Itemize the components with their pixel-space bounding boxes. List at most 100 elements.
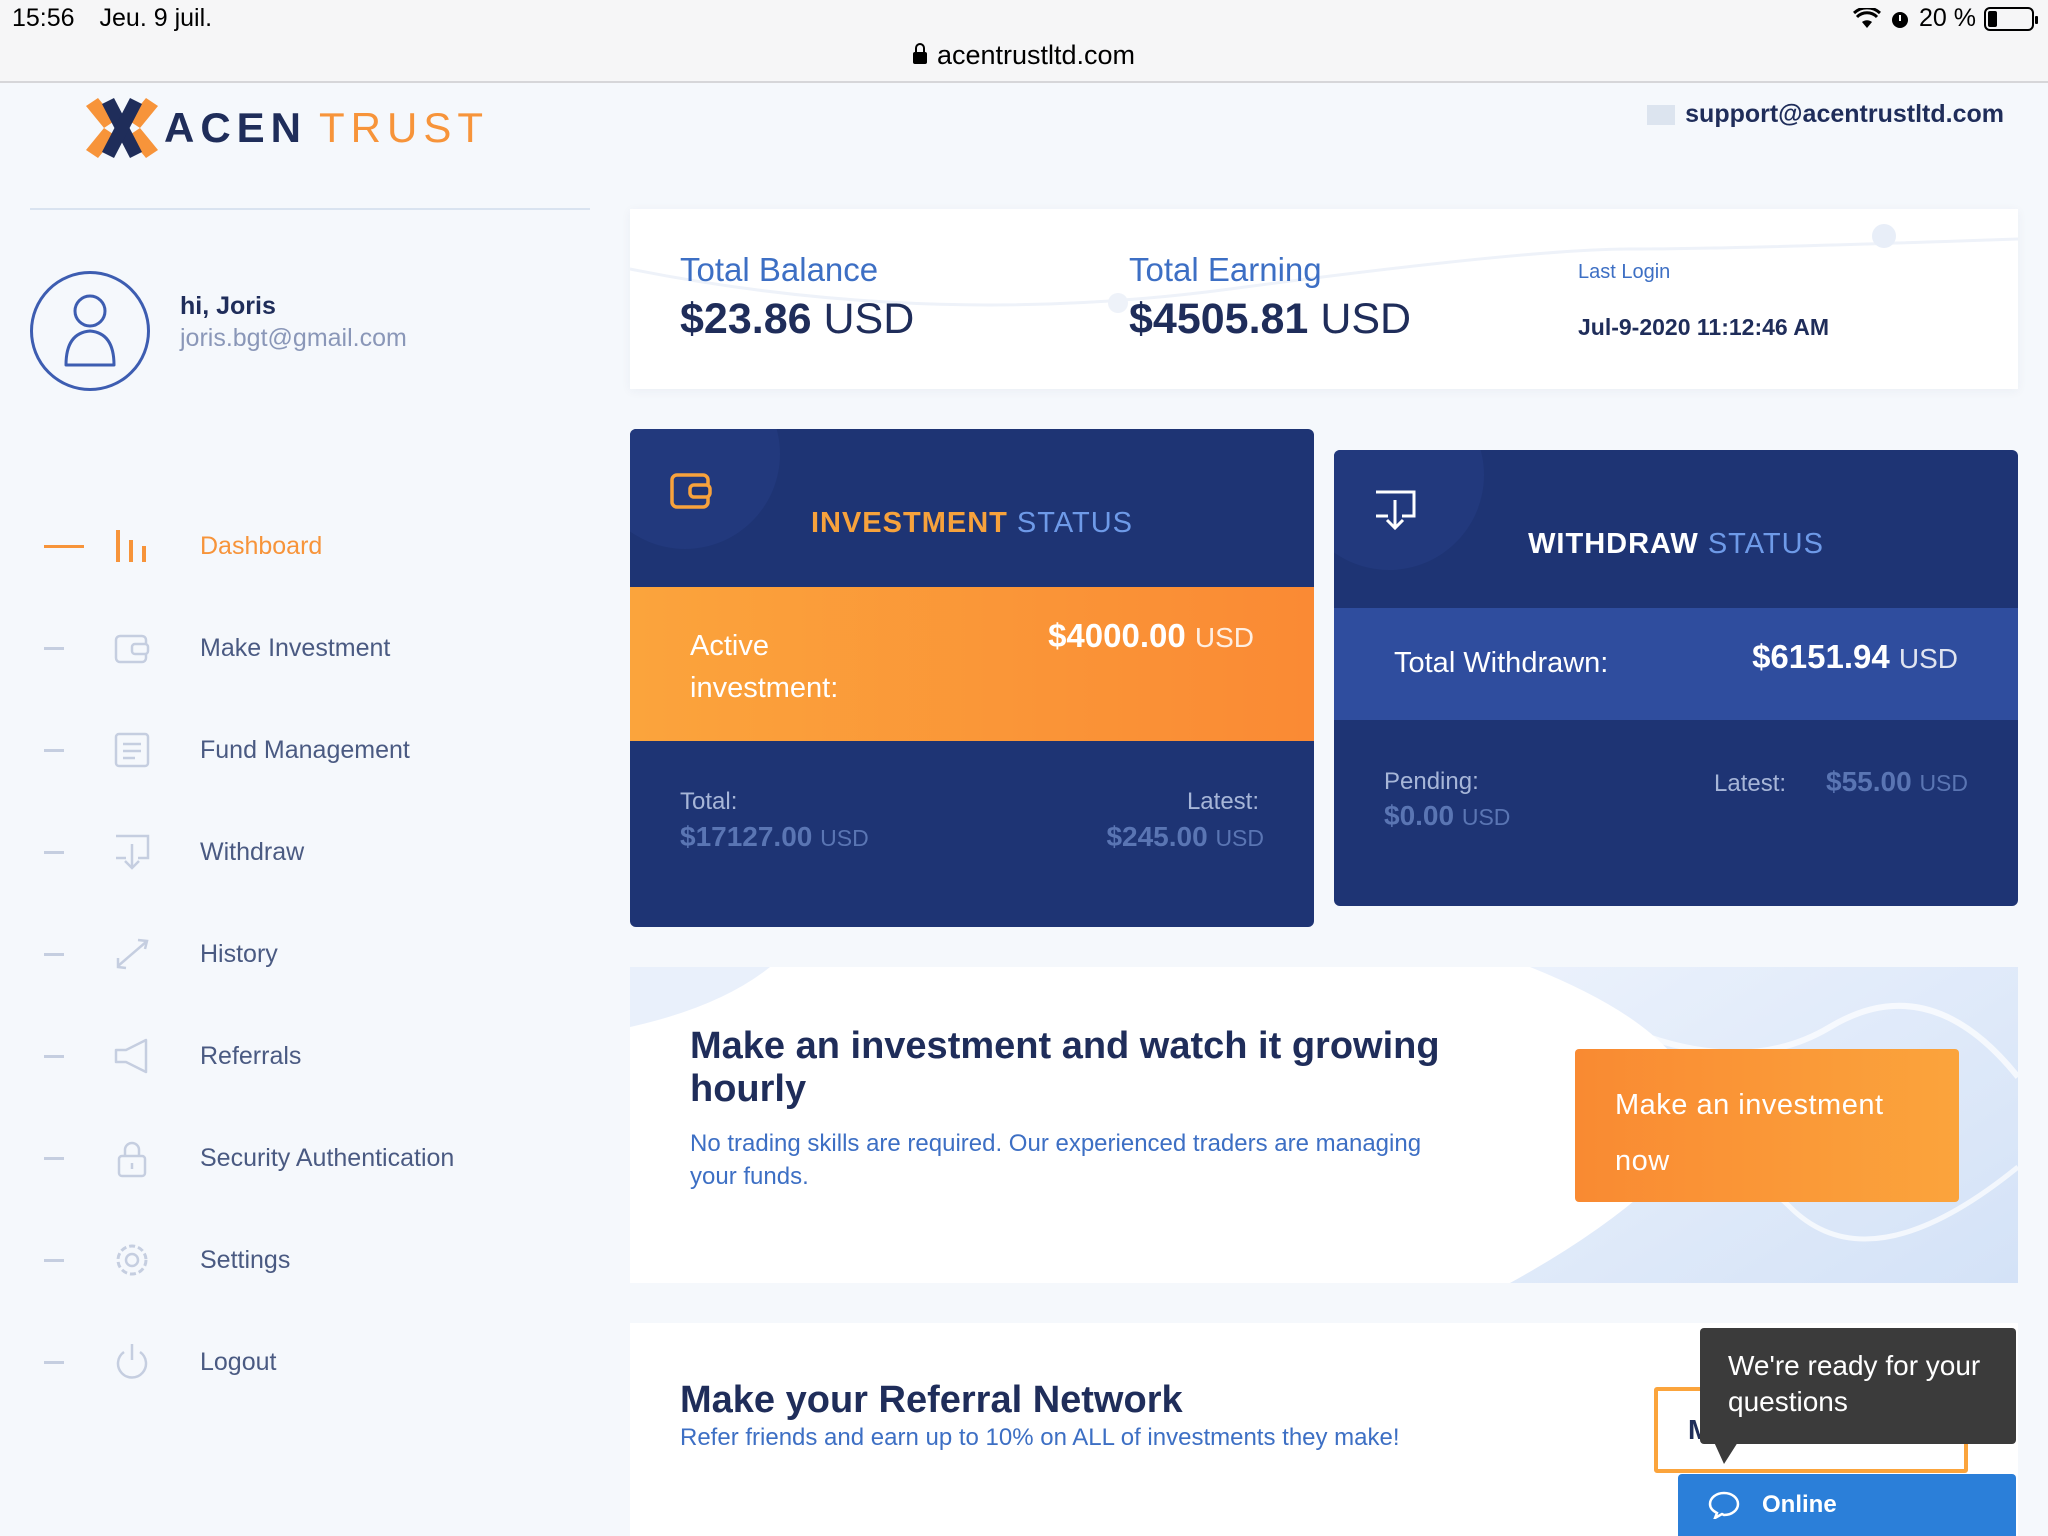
- total-balance: Total Balance $23.86 USD: [680, 251, 914, 344]
- sidebar-item-security[interactable]: Security Authentication: [40, 1107, 600, 1209]
- sidebar-item-fund-management[interactable]: Fund Management: [40, 699, 600, 801]
- support-contact[interactable]: support@acentrustltd.com: [1647, 100, 2004, 129]
- lock-icon: [912, 43, 927, 64]
- latest-amount: $245.00: [1106, 821, 1208, 852]
- acen-logo-icon: [86, 98, 158, 158]
- withdraw-icon: [112, 832, 152, 872]
- chat-tooltip: We're ready for your questions: [1700, 1328, 2016, 1464]
- total-balance-amount: $23.86: [680, 295, 812, 343]
- total-label: Total:: [680, 788, 738, 815]
- latest-value: $245.00 USD: [1106, 821, 1264, 853]
- sidebar-item-label: Fund Management: [200, 735, 410, 764]
- megaphone-icon: [112, 1036, 152, 1076]
- withdraw-status-card: WITHDRAW STATUS Total Withdrawn: $6151.9…: [1334, 450, 2018, 906]
- gear-icon: [112, 1240, 152, 1280]
- total-value: $17127.00 USD: [680, 821, 869, 853]
- document-icon: [112, 730, 152, 770]
- latest-amount: $55.00: [1826, 766, 1912, 797]
- chat-status: Online: [1762, 1491, 1837, 1518]
- transfer-arrows-icon: [112, 934, 152, 974]
- sidebar-item-label: History: [200, 939, 278, 968]
- total-earning-amount: $4505.81: [1129, 295, 1309, 343]
- browser-status-bar: 15:56 Jeu. 9 juil. 20 % acentrustltd.com: [0, 0, 2048, 83]
- power-icon: [112, 1342, 152, 1382]
- currency-unit: USD: [1194, 622, 1254, 653]
- total-withdrawn-value: $6151.94 USD: [1752, 638, 1958, 676]
- total-balance-label: Total Balance: [680, 251, 879, 288]
- brand-logo[interactable]: ACEN TRUST: [86, 98, 489, 158]
- url-text: acentrustltd.com: [936, 40, 1136, 70]
- promo-text: No trading skills are required. Our expe…: [690, 1130, 1422, 1190]
- nav-dash: [44, 850, 64, 854]
- support-email[interactable]: support@acentrustltd.com: [1685, 100, 2004, 129]
- currency-unit: USD: [1898, 643, 1958, 674]
- pending-value: $0.00 USD: [1384, 800, 1510, 832]
- balance-summary-card: Total Balance $23.86 USD Total Earning $…: [630, 209, 2018, 389]
- make-investment-button[interactable]: Make an investment now: [1575, 1049, 1959, 1202]
- nav-dash: [44, 1054, 64, 1058]
- referral-text: Refer friends and earn up to 10% on ALL …: [680, 1424, 1400, 1451]
- currency-unit: USD: [1919, 770, 1968, 796]
- wallet-icon: [112, 628, 152, 668]
- lock-icon: [112, 1138, 152, 1178]
- total-earning: Total Earning $4505.81 USD: [1129, 251, 1411, 344]
- investment-status-card: INVESTMENT STATUS Active investment: $40…: [630, 429, 1314, 927]
- battery-icon: [1984, 6, 2038, 31]
- chat-online-button[interactable]: Online: [1678, 1474, 2016, 1536]
- sidebar-divider: [30, 208, 590, 210]
- clock-date: Jeu. 9 juil.: [99, 4, 213, 32]
- last-login-label: Last Login: [1578, 261, 1671, 283]
- total-withdrawn-band: Total Withdrawn: $6151.94 USD: [1334, 608, 2018, 720]
- currency-unit: USD: [823, 295, 915, 343]
- total-withdrawn-label: Total Withdrawn:: [1394, 647, 1609, 679]
- last-login: Last Login Jul-9-2020 11:12:46 AM: [1578, 261, 1829, 341]
- sidebar-item-dashboard[interactable]: Dashboard: [40, 495, 600, 597]
- latest-value: $55.00 USD: [1826, 766, 1968, 798]
- sidebar-item-label: Settings: [200, 1245, 291, 1274]
- title-light: STATUS: [1707, 528, 1824, 560]
- currency-unit: USD: [1461, 804, 1511, 830]
- avatar[interactable]: [30, 271, 150, 391]
- sidebar-item-history[interactable]: History: [40, 903, 600, 1005]
- referral-title: Make your Referral Network: [680, 1379, 1183, 1421]
- sidebar-item-label: Referrals: [200, 1041, 302, 1070]
- investment-promo-banner: Make an investment and watch it growing …: [630, 967, 2018, 1283]
- total-withdrawn-amount: $6151.94: [1752, 638, 1890, 675]
- latest-label: Latest:: [1714, 770, 1787, 797]
- status-time: 15:56 Jeu. 9 juil.: [12, 4, 212, 33]
- brand-name-part2: TRUST: [319, 104, 490, 151]
- sidebar-item-make-investment[interactable]: Make Investment: [40, 597, 600, 699]
- bar-chart-icon: [112, 526, 152, 566]
- sidebar-item-label: Logout: [200, 1347, 277, 1376]
- button-line-1: Make an investment: [1615, 1089, 1884, 1121]
- active-investment-amount: $4000.00: [1048, 617, 1186, 654]
- alarm-icon: [1892, 11, 1909, 28]
- active-investment-value: $4000.00 USD: [1048, 617, 1254, 655]
- sidebar-item-label: Withdraw: [200, 837, 305, 866]
- sidebar-item-withdraw[interactable]: Withdraw: [40, 801, 600, 903]
- sidebar-item-settings[interactable]: Settings: [40, 1209, 600, 1311]
- currency-unit: USD: [1215, 825, 1264, 851]
- nav-dash: [44, 952, 64, 956]
- address-bar[interactable]: acentrustltd.com: [0, 40, 2048, 71]
- last-login-value: Jul-9-2020 11:12:46 AM: [1578, 314, 1830, 340]
- title-strong: INVESTMENT: [810, 507, 1008, 539]
- sidebar-item-label: Security Authentication: [200, 1143, 455, 1172]
- investment-status-title: INVESTMENT STATUS: [630, 507, 1314, 540]
- sidebar-nav: Dashboard Make Investment Fund Managemen…: [40, 495, 600, 1413]
- sidebar-item-referrals[interactable]: Referrals: [40, 1005, 600, 1107]
- chat-bubble-icon: [1708, 1491, 1740, 1519]
- nav-dash: [44, 646, 64, 650]
- active-investment-label: Active investment:: [690, 630, 839, 704]
- user-email: joris.bgt@gmail.com: [180, 324, 407, 352]
- sidebar-item-label: Make Investment: [200, 633, 391, 662]
- latest-label: Latest:: [1186, 788, 1259, 815]
- sidebar-item-label: Dashboard: [200, 531, 323, 560]
- promo-title: Make an investment and watch it growing …: [690, 1025, 1440, 1110]
- nav-dash: [44, 1258, 64, 1262]
- currency-unit: USD: [1320, 295, 1412, 343]
- pending-amount: $0.00: [1384, 800, 1455, 831]
- total-earning-value: $4505.81 USD: [1129, 295, 1411, 344]
- clock-time: 15:56: [12, 4, 75, 32]
- sidebar-item-logout[interactable]: Logout: [40, 1311, 600, 1413]
